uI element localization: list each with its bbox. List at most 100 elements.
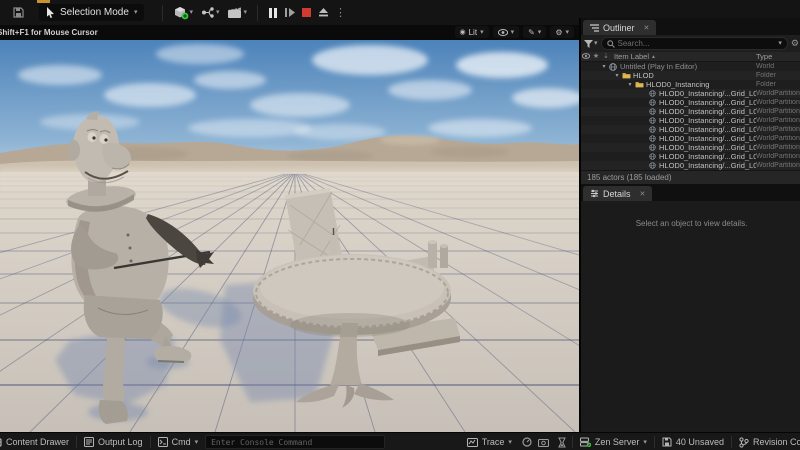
pie-hint-text: Shift+F1 for Mouse Cursor [0, 28, 98, 37]
row-type: WorldPartitionH [756, 144, 800, 151]
viewport-settings-dropdown[interactable]: ⚙ ▾ [550, 26, 574, 38]
view-mode-label: Lit [468, 27, 478, 37]
row-type: WorldPartitionH [756, 126, 800, 133]
cmd-terminal-icon [157, 437, 168, 447]
details-tabrow: Details ✕ [581, 184, 800, 201]
visibility-column-icon[interactable] [581, 52, 591, 61]
row-label: HLOD0_Instancing/...Grid_L0_X-1_Y3_Z0 [659, 152, 756, 161]
tab-details[interactable]: Details ✕ [583, 186, 653, 201]
close-icon[interactable]: ✕ [640, 190, 646, 198]
outliner-row[interactable]: ▾ HLOD Folder [581, 71, 800, 80]
outliner-row[interactable]: HLOD0_Instancing/...Grid_L0_X-1_Y2_Z0Wor… [581, 143, 800, 152]
outliner-row[interactable]: HLOD0_Instancing/...Grid_L0_X-1_Y-3_Z0Wo… [581, 107, 800, 116]
details-tab-label: Details [603, 188, 631, 199]
expand-arrow-icon[interactable]: ▾ [613, 72, 621, 79]
sort-ascending-icon: ▲ [651, 53, 656, 60]
row-label: HLOD0_Instancing/...Grid_L0_X-1_Y-1_Z0 [659, 89, 756, 98]
outliner-row[interactable]: HLOD0_Instancing/...Grid_L0_X-1_Y-4_Z0Wo… [581, 116, 800, 125]
save-icon[interactable] [8, 4, 29, 22]
outliner-row[interactable]: HLOD0_Instancing/...Grid_L0_X-1_Y3_Z0Wor… [581, 152, 800, 161]
unsaved-button[interactable]: 40 Unsaved [655, 433, 731, 450]
details-empty-message: Select an object to view details. [635, 219, 748, 228]
outliner-row[interactable]: HLOD0_Instancing/...Grid_L0_X-2_Y-1_Z0Wo… [581, 161, 800, 170]
search-history-chevron[interactable]: ▾ [778, 40, 782, 47]
toolbar-separator [257, 4, 258, 21]
outliner-header: ★ ⇣ Item Label ▲ Type [581, 52, 800, 62]
pie-toolbar: Shift+F1 for Mouse Cursor ◉ Lit ▾ ▾ ✎ ▾ … [0, 25, 579, 40]
expand-arrow-icon[interactable]: ▾ [600, 63, 608, 70]
outliner-row[interactable]: ▾ Untitled (Play In Editor) World [581, 62, 800, 71]
outliner-searchbox[interactable]: ▾ [600, 37, 788, 50]
row-type: WorldPartitionH [756, 153, 800, 160]
outliner-search-row: ▾ ▾ ⚙ [581, 35, 800, 52]
gear-icon: ⚙ [555, 27, 563, 37]
hourglass-icon [552, 433, 572, 450]
tab-outliner[interactable]: Outliner ✕ [583, 20, 657, 35]
row-type: WorldPartitionH [756, 108, 800, 115]
outliner-row[interactable]: ▾ HLOD0_Instancing Folder [581, 80, 800, 89]
scene-render [0, 40, 579, 432]
level-viewport[interactable]: Shift+F1 for Mouse Cursor ◉ Lit ▾ ▾ ✎ ▾ … [0, 25, 579, 432]
revision-control-button[interactable]: Revision Control [732, 433, 800, 450]
trace-icon [466, 437, 478, 447]
add-actor-icon[interactable]: ▾ [169, 4, 197, 22]
view-mode-dropdown[interactable]: ◉ Lit ▾ [454, 26, 489, 38]
cmd-dropdown[interactable]: Cmd ▾ [151, 433, 206, 450]
actor-icon [647, 135, 657, 142]
row-label: HLOD0_Instancing [646, 80, 710, 89]
row-label: HLOD0_Instancing/...Grid_L0_X-1_Y-2_Z0 [659, 98, 756, 107]
show-flags-dropdown[interactable]: ▾ [492, 26, 520, 38]
trace-dropdown[interactable]: Trace ▾ [460, 433, 519, 450]
outliner-row[interactable]: HLOD0_Instancing/...Grid_L0_X-1_Y1_Z0Wor… [581, 134, 800, 143]
row-label: HLOD0_Instancing/...Grid_L0_X-1_Y2_Z0 [659, 143, 756, 152]
world-icon [608, 62, 618, 71]
row-type: WorldPartitionH [756, 99, 800, 106]
viewport-tools-dropdown[interactable]: ✎ ▾ [523, 26, 547, 38]
zen-server-dropdown[interactable]: Zen Server ▾ [573, 433, 654, 450]
output-log-icon [84, 437, 95, 447]
outliner-settings-icon[interactable]: ⚙ [791, 38, 799, 49]
screenshot-icon[interactable] [535, 433, 552, 450]
cursor-icon [47, 7, 54, 18]
actor-icon [647, 162, 657, 169]
pin-column-icon[interactable]: ⇣ [601, 53, 611, 60]
cinematics-icon[interactable]: ▾ [223, 4, 251, 22]
star-column-icon[interactable]: ★ [591, 53, 601, 60]
search-icon [606, 39, 615, 48]
output-log-button[interactable]: Output Log [77, 433, 150, 450]
eject-button[interactable] [316, 5, 331, 21]
folder-icon [634, 81, 644, 88]
outliner-row[interactable]: HLOD0_Instancing/...Grid_L0_X-1_Y-2_Z0Wo… [581, 98, 800, 107]
step-frame-button[interactable] [282, 5, 297, 21]
toolbar-separator [162, 4, 164, 21]
branch-icon [739, 436, 749, 448]
blueprints-icon[interactable]: ▾ [197, 4, 224, 22]
toolbar-overflow-icon[interactable]: ⋮ [333, 5, 348, 21]
content-drawer-button[interactable]: Content Drawer [0, 433, 76, 450]
status-bar-right: Trace ▾ Zen Server ▾ 40 Unsaved Revision… [460, 433, 800, 450]
expand-arrow-icon[interactable]: ▾ [626, 81, 634, 88]
outliner-row[interactable]: HLOD0_Instancing/...Grid_L0_X-1_Y0_Z0Wor… [581, 125, 800, 134]
row-label: HLOD0_Instancing/...Grid_L0_X-1_Y-3_Z0 [659, 107, 756, 116]
pause-button[interactable] [265, 5, 280, 21]
folder-icon [621, 72, 631, 79]
selection-mode-label: Selection Mode [60, 7, 129, 18]
actor-icon [647, 117, 657, 124]
row-label: HLOD0_Instancing/...Grid_L0_X-1_Y1_Z0 [659, 134, 756, 143]
console-command-input[interactable] [205, 435, 386, 449]
close-icon[interactable]: ✕ [644, 24, 650, 32]
search-input[interactable] [617, 39, 776, 48]
selection-mode-dropdown[interactable]: Selection Mode ▾ [39, 4, 145, 21]
save-disk-icon [662, 437, 672, 447]
item-label-column-header[interactable]: Item Label ▲ [611, 52, 756, 61]
stop-button[interactable] [299, 5, 314, 21]
row-type: Folder [756, 81, 776, 88]
insights-icon[interactable] [519, 433, 535, 450]
type-column-header[interactable]: Type [756, 52, 800, 61]
row-label: HLOD0_Instancing/...Grid_L0_X-1_Y-4_Z0 [659, 116, 756, 125]
actor-icon [647, 99, 657, 106]
actor-icon [647, 144, 657, 151]
unreal-editor-window: Selection Mode ▾ ▾ ▾ ▾ ⋮ Shift+F1 for Mo… [0, 0, 800, 450]
filter-dropdown[interactable]: ▾ [584, 39, 598, 48]
outliner-row[interactable]: HLOD0_Instancing/...Grid_L0_X-1_Y-1_Z0Wo… [581, 89, 800, 98]
